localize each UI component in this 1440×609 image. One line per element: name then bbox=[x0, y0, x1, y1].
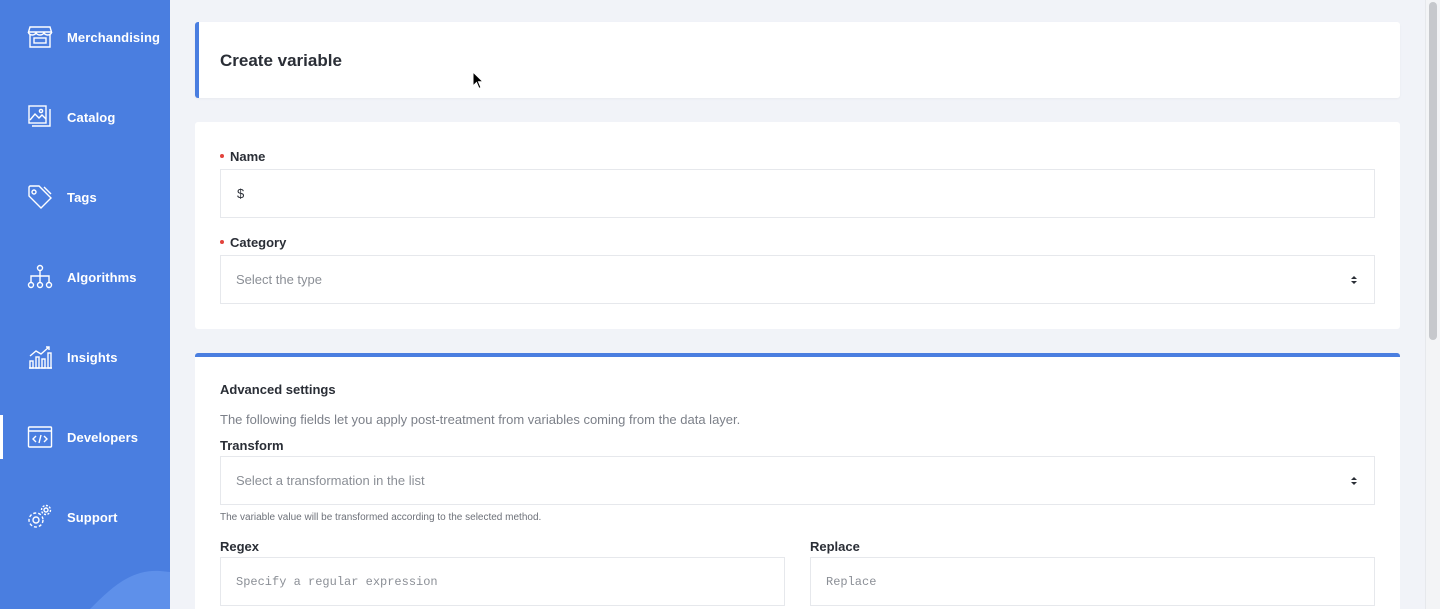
name-label: Name bbox=[220, 149, 265, 164]
transform-helper-text: The variable value will be transformed a… bbox=[220, 512, 542, 523]
chart-icon bbox=[26, 343, 54, 371]
replace-input[interactable]: Replace bbox=[810, 557, 1375, 606]
sidebar-item-label: Merchandising bbox=[67, 29, 161, 45]
variable-form: Name $ Category Select the type bbox=[195, 122, 1400, 329]
sidebar-decoration bbox=[90, 570, 170, 609]
sidebar-item-tags[interactable]: Tags bbox=[0, 177, 170, 217]
scrollbar-thumb[interactable] bbox=[1429, 2, 1437, 340]
sidebar-item-developers[interactable]: Developers bbox=[0, 415, 170, 459]
category-select[interactable]: Select the type bbox=[220, 255, 1375, 304]
sidebar-item-algorithms[interactable]: Algorithms bbox=[0, 257, 170, 297]
regex-label: Regex bbox=[220, 539, 260, 554]
tag-icon bbox=[26, 183, 54, 211]
sidebar: Merchandising Catalog Tags Algorithms In… bbox=[0, 0, 170, 609]
page-header: Create variable bbox=[195, 22, 1400, 98]
sidebar-item-support[interactable]: Support bbox=[0, 497, 170, 537]
required-indicator bbox=[220, 239, 224, 244]
hierarchy-icon bbox=[26, 263, 54, 291]
required-indicator bbox=[220, 153, 224, 158]
sidebar-item-catalog[interactable]: Catalog bbox=[0, 97, 170, 137]
store-icon bbox=[26, 23, 54, 51]
name-input[interactable]: $ bbox=[220, 169, 1375, 218]
sidebar-item-merchandising[interactable]: Merchandising bbox=[0, 17, 170, 57]
sidebar-item-insights[interactable]: Insights bbox=[0, 337, 170, 377]
gears-icon bbox=[26, 503, 54, 531]
replace-label: Replace bbox=[810, 539, 860, 554]
transform-label: Transform bbox=[220, 438, 284, 453]
code-icon bbox=[26, 423, 54, 451]
category-label: Category bbox=[220, 235, 286, 250]
advanced-settings-title: Advanced settings bbox=[220, 382, 336, 397]
advanced-settings: Advanced settings The following fields l… bbox=[195, 353, 1400, 609]
select-arrows-icon bbox=[1351, 477, 1357, 485]
page-title: Create variable bbox=[220, 51, 342, 70]
regex-input[interactable]: Specify a regular expression bbox=[220, 557, 785, 606]
sidebar-item-label: Insights bbox=[67, 349, 118, 365]
image-stack-icon bbox=[26, 103, 54, 131]
select-arrows-icon bbox=[1351, 276, 1357, 284]
sidebar-item-label: Developers bbox=[67, 429, 139, 445]
sidebar-item-label: Tags bbox=[67, 189, 97, 205]
sidebar-item-label: Support bbox=[67, 509, 118, 525]
sidebar-item-label: Catalog bbox=[67, 109, 116, 125]
mouse-cursor-icon bbox=[472, 71, 484, 90]
transform-select[interactable]: Select a transformation in the list bbox=[220, 456, 1375, 505]
sidebar-item-label: Algorithms bbox=[67, 269, 137, 285]
advanced-settings-description: The following fields let you apply post-… bbox=[220, 412, 741, 427]
